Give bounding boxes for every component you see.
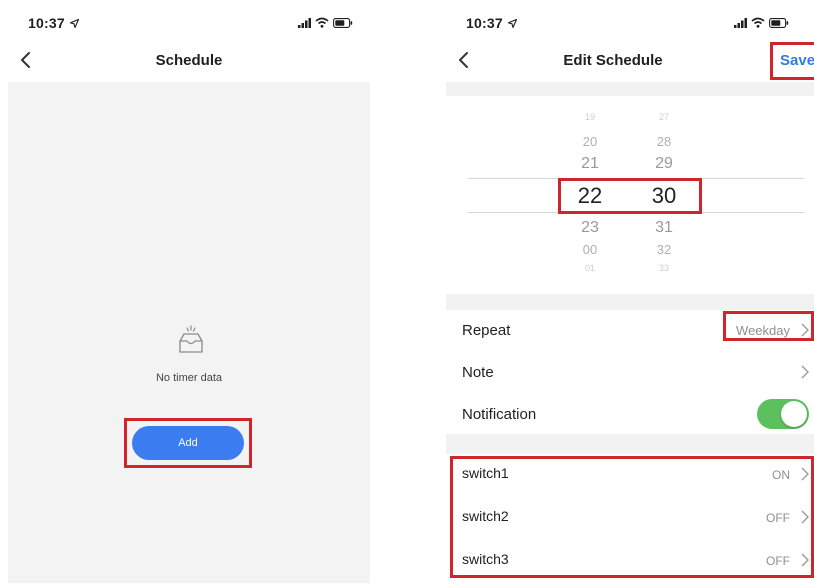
wifi-icon [751,17,765,28]
edit-schedule-screen: 10:37 Edit Schedule Save 19 20 21 22 23 … [446,0,814,585]
navigation-bar: Edit Schedule Save [446,38,814,82]
status-time: 10:37 [28,15,65,31]
wifi-icon [315,17,329,28]
hour-option[interactable]: 21 [570,155,610,173]
chevron-right-icon [801,467,809,481]
minute-option[interactable]: 28 [644,134,684,149]
chevron-right-icon [801,323,809,337]
location-arrow-icon [70,19,79,28]
switch-value: ON [772,468,790,482]
minute-option[interactable]: 29 [644,155,684,173]
hour-option[interactable]: 19 [570,112,610,122]
battery-icon [769,18,789,28]
section-separator [446,434,814,454]
repeat-value: Weekday [736,323,790,338]
minute-option[interactable]: 32 [644,242,684,257]
status-time: 10:37 [466,15,503,31]
minute-option[interactable]: 31 [644,219,684,237]
battery-icon [333,18,353,28]
status-bar: 10:37 [446,0,814,38]
switch-row[interactable]: switch1 ON [446,454,814,494]
minute-option[interactable]: 27 [644,112,684,122]
empty-state-text: No timer data [155,372,223,384]
page-title: Schedule [155,52,223,69]
hour-option[interactable]: 20 [570,134,610,149]
navigation-bar: Schedule [8,38,370,82]
picker-divider-bottom [468,212,804,213]
hour-option[interactable]: 01 [570,263,610,273]
time-picker[interactable]: 19 20 21 22 23 00 01 27 28 29 30 31 32 3… [446,96,814,294]
signal-icon [298,18,311,28]
schedule-screen: 10:37 Schedule No timer data Add [8,0,370,585]
hour-option[interactable]: 00 [570,242,610,257]
repeat-label: Repeat [462,322,511,339]
notification-label: Notification [462,406,537,423]
repeat-row[interactable]: Repeat Weekday [446,310,814,350]
note-row[interactable]: Note [446,352,814,392]
add-button[interactable]: Add [132,426,244,460]
signal-icon [734,18,747,28]
notification-row: Notification [446,394,814,434]
status-bar: 10:37 [8,0,370,38]
switch-row[interactable]: switch2 OFF [446,497,814,537]
hour-option-selected[interactable]: 22 [570,183,610,209]
section-separator [446,82,814,96]
section-separator [446,294,814,310]
switch-label: switch1 [462,465,509,481]
minute-option-selected[interactable]: 30 [644,183,684,209]
switch-row[interactable]: switch3 OFF [446,540,814,580]
note-label: Note [462,364,494,381]
chevron-right-icon [801,365,809,379]
empty-inbox-icon [179,325,203,353]
notification-toggle[interactable] [757,399,809,429]
toggle-knob [781,401,807,427]
switch-value: OFF [766,511,790,525]
minute-option[interactable]: 33 [644,263,684,273]
hour-option[interactable]: 23 [570,219,610,237]
picker-divider-top [468,178,804,179]
switch-label: switch2 [462,508,509,524]
switch-label: switch3 [462,551,509,567]
location-arrow-icon [508,19,517,28]
save-button[interactable]: Save [780,52,814,69]
switch-value: OFF [766,554,790,568]
chevron-right-icon [801,510,809,524]
chevron-right-icon [801,553,809,567]
page-title: Edit Schedule [563,52,663,69]
